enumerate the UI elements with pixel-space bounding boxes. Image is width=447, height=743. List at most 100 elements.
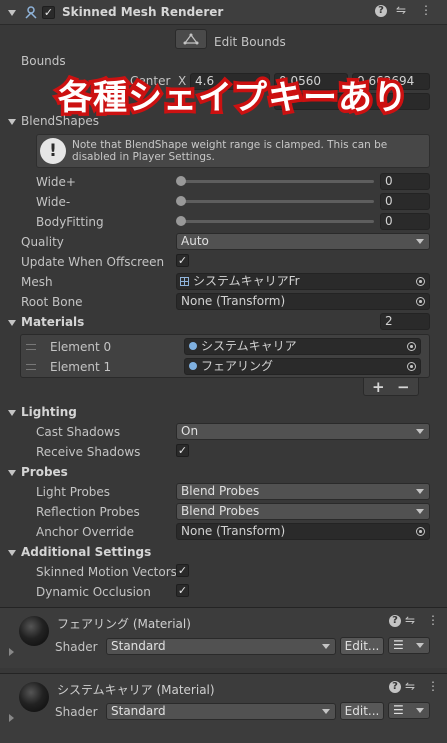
warning-icon: ! xyxy=(40,138,66,164)
help-icon[interactable]: ? xyxy=(389,681,401,693)
skinned-mesh-icon xyxy=(24,5,38,19)
blendshape-slider-wide-minus[interactable] xyxy=(180,200,374,203)
blendshape-knob-wide-plus[interactable] xyxy=(176,176,186,186)
probes-foldout[interactable] xyxy=(8,470,16,476)
bounds-label: Bounds xyxy=(21,54,66,68)
additional-settings-foldout[interactable] xyxy=(8,550,16,556)
light-probes-dropdown[interactable]: Blend Probes xyxy=(176,483,430,500)
reflection-probes-label: Reflection Probes xyxy=(36,505,140,519)
material-sphere-icon xyxy=(189,362,197,370)
update-offscreen-label: Update When Offscreen xyxy=(21,255,165,269)
anchor-override-field[interactable]: None (Transform) xyxy=(176,523,430,540)
shader-value: Standard xyxy=(111,639,166,653)
edit-bounds-icon xyxy=(183,33,199,45)
blendshape-value-wide-plus[interactable]: 0 xyxy=(380,173,430,190)
more-menu-icon[interactable]: ⋮ xyxy=(427,679,439,693)
blendshapes-label: BlendShapes xyxy=(21,114,99,128)
blendshape-value-bodyfitting[interactable]: 0 xyxy=(380,213,430,230)
update-offscreen-checkbox[interactable]: ✓ xyxy=(176,254,189,267)
help-icon[interactable]: ? xyxy=(389,615,401,627)
additional-settings-label: Additional Settings xyxy=(21,545,152,559)
presets-icon[interactable]: ⇋ xyxy=(405,679,415,693)
chevron-down-icon xyxy=(322,709,330,714)
presets-icon[interactable]: ⇋ xyxy=(396,3,406,17)
more-menu-icon[interactable]: ⋮ xyxy=(420,3,432,17)
remove-element-button[interactable]: − xyxy=(397,378,410,396)
reflection-probes-dropdown[interactable]: Blend Probes xyxy=(176,503,430,520)
anchor-override-value: None (Transform) xyxy=(181,524,286,538)
skinned-motion-vectors-checkbox[interactable]: ✓ xyxy=(176,564,189,577)
object-picker-icon[interactable] xyxy=(407,362,416,371)
expand-arrow-icon[interactable] xyxy=(9,714,14,722)
expand-arrow-icon[interactable] xyxy=(9,648,14,656)
materials-foldout[interactable] xyxy=(8,320,16,326)
add-element-button[interactable]: + xyxy=(372,378,385,396)
reflection-probes-value: Blend Probes xyxy=(181,504,260,518)
blendshape-slider-bodyfitting[interactable] xyxy=(180,220,374,223)
component-enabled-checkbox[interactable]: ✓ xyxy=(42,6,55,19)
edit-bounds-label: Edit Bounds xyxy=(214,35,286,49)
cast-shadows-label: Cast Shadows xyxy=(36,425,121,439)
material-name: フェアリング (Material) xyxy=(57,617,191,631)
blendshape-label-wide-plus: Wide+ xyxy=(36,175,76,189)
quality-label: Quality xyxy=(21,235,64,249)
materials-label: Materials xyxy=(21,315,85,329)
material-name: システムキャリア (Material) xyxy=(57,683,215,697)
help-icon[interactable]: ? xyxy=(375,5,387,17)
element-0-field[interactable]: システムキャリア xyxy=(184,338,421,355)
shader-options-dropdown[interactable]: ☰ xyxy=(388,637,430,654)
object-picker-icon[interactable] xyxy=(416,297,425,306)
blendshape-value-wide-minus[interactable]: 0 xyxy=(380,193,430,210)
shader-options-dropdown[interactable]: ☰ xyxy=(388,702,430,719)
root-bone-field[interactable]: None (Transform) xyxy=(176,293,430,310)
root-bone-value: None (Transform) xyxy=(181,294,286,308)
chevron-down-icon xyxy=(416,489,424,494)
dynamic-occlusion-label: Dynamic Occlusion xyxy=(36,585,151,599)
element-1-label: Element 1 xyxy=(50,360,112,374)
blendshape-note-text: Note that BlendShape weight range is cla… xyxy=(72,139,388,163)
mesh-value: システムキャリアFr xyxy=(193,274,300,288)
shader-label: Shader xyxy=(55,705,98,719)
object-picker-icon[interactable] xyxy=(416,277,425,286)
lighting-foldout[interactable] xyxy=(8,410,16,416)
element-0-value: システムキャリア xyxy=(201,339,297,353)
shader-dropdown[interactable]: Standard xyxy=(106,638,336,655)
receive-shadows-label: Receive Shadows xyxy=(36,445,141,459)
blendshape-knob-bodyfitting[interactable] xyxy=(176,216,186,226)
dynamic-occlusion-checkbox[interactable]: ✓ xyxy=(176,584,189,597)
chevron-down-icon xyxy=(416,643,424,648)
edit-bounds-button[interactable] xyxy=(175,29,207,49)
cast-shadows-dropdown[interactable]: On xyxy=(176,423,430,440)
object-picker-icon[interactable] xyxy=(416,527,425,536)
mesh-field[interactable]: システムキャリアFr xyxy=(176,273,430,290)
shader-value: Standard xyxy=(111,704,166,718)
lighting-label: Lighting xyxy=(21,405,77,419)
material-preview-sphere xyxy=(19,682,49,712)
receive-shadows-checkbox[interactable]: ✓ xyxy=(176,444,189,457)
shader-dropdown[interactable]: Standard xyxy=(106,703,336,720)
drag-handle-icon[interactable] xyxy=(26,364,36,370)
shader-edit-button[interactable]: Edit... xyxy=(340,702,384,720)
blendshape-knob-wide-minus[interactable] xyxy=(176,196,186,206)
shader-label: Shader xyxy=(55,640,98,654)
root-bone-label: Root Bone xyxy=(21,295,83,309)
blendshapes-foldout[interactable] xyxy=(8,119,16,125)
drag-handle-icon[interactable] xyxy=(26,344,36,350)
element-1-field[interactable]: フェアリング xyxy=(184,358,421,375)
component-foldout-toggle[interactable] xyxy=(8,10,16,16)
material-preview-sphere xyxy=(19,616,49,646)
more-menu-icon[interactable]: ⋮ xyxy=(427,613,439,627)
materials-count-field[interactable]: 2 xyxy=(380,313,430,330)
chevron-down-icon xyxy=(322,644,330,649)
chevron-down-icon xyxy=(416,708,424,713)
anchor-override-label: Anchor Override xyxy=(36,525,135,539)
presets-icon[interactable]: ⇋ xyxy=(405,613,415,627)
light-probes-value: Blend Probes xyxy=(181,484,260,498)
shader-edit-button[interactable]: Edit... xyxy=(340,637,384,655)
list-icon: ☰ xyxy=(393,703,404,717)
blendshape-label-bodyfitting: BodyFitting xyxy=(36,215,104,229)
object-picker-icon[interactable] xyxy=(407,342,416,351)
blendshape-slider-wide-plus[interactable] xyxy=(180,180,374,183)
element-1-value: フェアリング xyxy=(201,359,274,373)
quality-dropdown[interactable]: Auto xyxy=(176,233,430,250)
